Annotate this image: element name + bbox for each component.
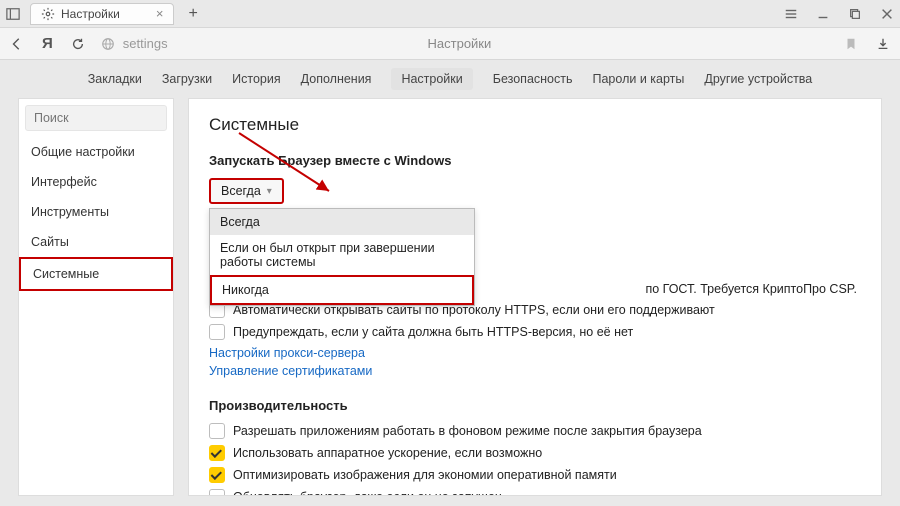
launch-dropdown-menu: Всегда Если он был открыт при завершении…	[209, 208, 475, 306]
settings-sidebar: Общие настройки Интерфейс Инструменты Са…	[18, 98, 174, 496]
section-launch-label: Запускать Браузер вместе с Windows	[209, 153, 861, 168]
launch-dropdown[interactable]: Всегда ▾	[209, 178, 284, 204]
tab-passwords[interactable]: Пароли и карты	[593, 72, 685, 86]
sidebar-item-interface[interactable]: Интерфейс	[19, 167, 173, 197]
checkbox-hw-accel[interactable]	[209, 445, 225, 461]
address-bar-row: Я settings Настройки	[0, 28, 900, 60]
chevron-down-icon: ▾	[267, 186, 272, 197]
tab-addons[interactable]: Дополнения	[301, 72, 372, 86]
reload-icon[interactable]	[71, 37, 85, 51]
menu-icon[interactable]	[784, 7, 798, 21]
tab-bookmarks[interactable]: Закладки	[88, 72, 142, 86]
dropdown-option-always[interactable]: Всегда	[210, 209, 474, 235]
sidebar-item-general[interactable]: Общие настройки	[19, 137, 173, 167]
checkbox-bg-apps[interactable]	[209, 423, 225, 439]
tab-settings[interactable]: Настройки	[391, 68, 472, 90]
checkbox-update-bg[interactable]	[209, 489, 225, 496]
link-cert[interactable]: Управление сертификатами	[209, 364, 861, 378]
content-area: Общие настройки Интерфейс Инструменты Са…	[0, 98, 900, 506]
close-window-icon[interactable]	[880, 7, 894, 21]
back-icon[interactable]	[10, 37, 24, 51]
link-proxy[interactable]: Настройки прокси-сервера	[209, 346, 861, 360]
close-tab-icon[interactable]: ×	[156, 6, 164, 21]
tab-title: Настройки	[61, 7, 120, 21]
bookmark-icon[interactable]	[844, 37, 858, 51]
section-perf-label: Производительность	[209, 398, 861, 413]
sidebar-toggle-icon[interactable]	[6, 7, 20, 21]
tab-devices[interactable]: Другие устройства	[704, 72, 812, 86]
settings-tabs: Закладки Загрузки История Дополнения Нас…	[0, 60, 900, 98]
address-field[interactable]: settings Настройки	[101, 33, 818, 55]
window-titlebar: Настройки × +	[0, 0, 900, 28]
gear-icon	[41, 7, 55, 21]
globe-icon	[101, 37, 115, 51]
checkbox-optimize-img[interactable]	[209, 467, 225, 483]
yandex-logo-icon[interactable]: Я	[42, 35, 53, 52]
new-tab-button[interactable]: +	[188, 5, 197, 23]
sidebar-item-system[interactable]: Системные	[19, 257, 173, 291]
sidebar-item-tools[interactable]: Инструменты	[19, 197, 173, 227]
browser-tab[interactable]: Настройки ×	[30, 3, 174, 25]
page-title-center: Настройки	[101, 36, 818, 51]
dropdown-option-ifopen[interactable]: Если он был открыт при завершении работы…	[210, 235, 474, 275]
row-https-warn: Предупреждать, если у сайта должна быть …	[209, 324, 861, 340]
maximize-icon[interactable]	[848, 7, 862, 21]
gost-text-tail: по ГОСТ. Требуется КриптоПро CSP.	[645, 282, 857, 296]
page-heading: Системные	[209, 115, 861, 135]
minimize-icon[interactable]	[816, 7, 830, 21]
checkbox-https-warn[interactable]	[209, 324, 225, 340]
sidebar-item-sites[interactable]: Сайты	[19, 227, 173, 257]
sidebar-search-input[interactable]	[25, 105, 167, 131]
url-text: settings	[123, 36, 168, 51]
download-icon[interactable]	[876, 37, 890, 51]
tab-downloads[interactable]: Загрузки	[162, 72, 212, 86]
tab-security[interactable]: Безопасность	[493, 72, 573, 86]
dropdown-selected: Всегда	[221, 184, 261, 198]
tab-history[interactable]: История	[232, 72, 280, 86]
dropdown-option-never[interactable]: Никогда	[210, 275, 474, 305]
settings-main: Системные Запускать Браузер вместе с Win…	[188, 98, 882, 496]
